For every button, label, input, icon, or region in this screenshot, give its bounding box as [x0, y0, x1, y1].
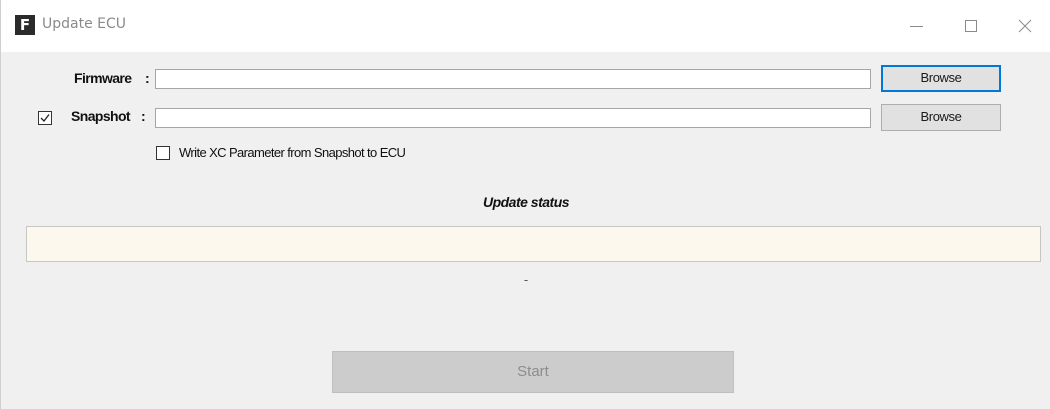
status-detail-text: -	[523, 272, 529, 287]
snapshot-label: Snapshot	[71, 108, 131, 124]
close-button[interactable]	[1005, 8, 1045, 44]
update-status-box	[26, 226, 1041, 262]
write-xc-checkbox[interactable]	[156, 146, 170, 160]
window-title: Update ECU	[42, 16, 127, 32]
write-xc-label[interactable]: Write XC Parameter from Snapshot to ECU	[179, 145, 406, 160]
firmware-label: Firmware	[74, 70, 132, 86]
app-logo-icon: F	[15, 15, 35, 35]
browse-snapshot-button[interactable]: Browse	[881, 104, 1001, 131]
start-button[interactable]: Start	[332, 351, 734, 393]
snapshot-label-colon: :	[141, 108, 146, 124]
minimize-button[interactable]	[897, 8, 937, 44]
browse-firmware-button[interactable]: Browse	[881, 65, 1001, 92]
update-ecu-window: F Update ECU Firmware : Browse Snapshot	[0, 0, 1050, 409]
maximize-button[interactable]	[951, 8, 991, 44]
snapshot-path-field[interactable]	[155, 108, 871, 128]
firmware-label-colon: :	[145, 70, 150, 86]
close-icon	[1018, 19, 1032, 33]
checkmark-icon	[40, 114, 50, 122]
firmware-path-field[interactable]	[155, 69, 871, 89]
snapshot-checkbox[interactable]	[38, 111, 52, 125]
maximize-icon	[965, 20, 977, 32]
title-bar[interactable]: F Update ECU	[1, 0, 1050, 52]
update-status-heading: Update status	[482, 194, 570, 210]
minimize-icon	[910, 26, 923, 27]
